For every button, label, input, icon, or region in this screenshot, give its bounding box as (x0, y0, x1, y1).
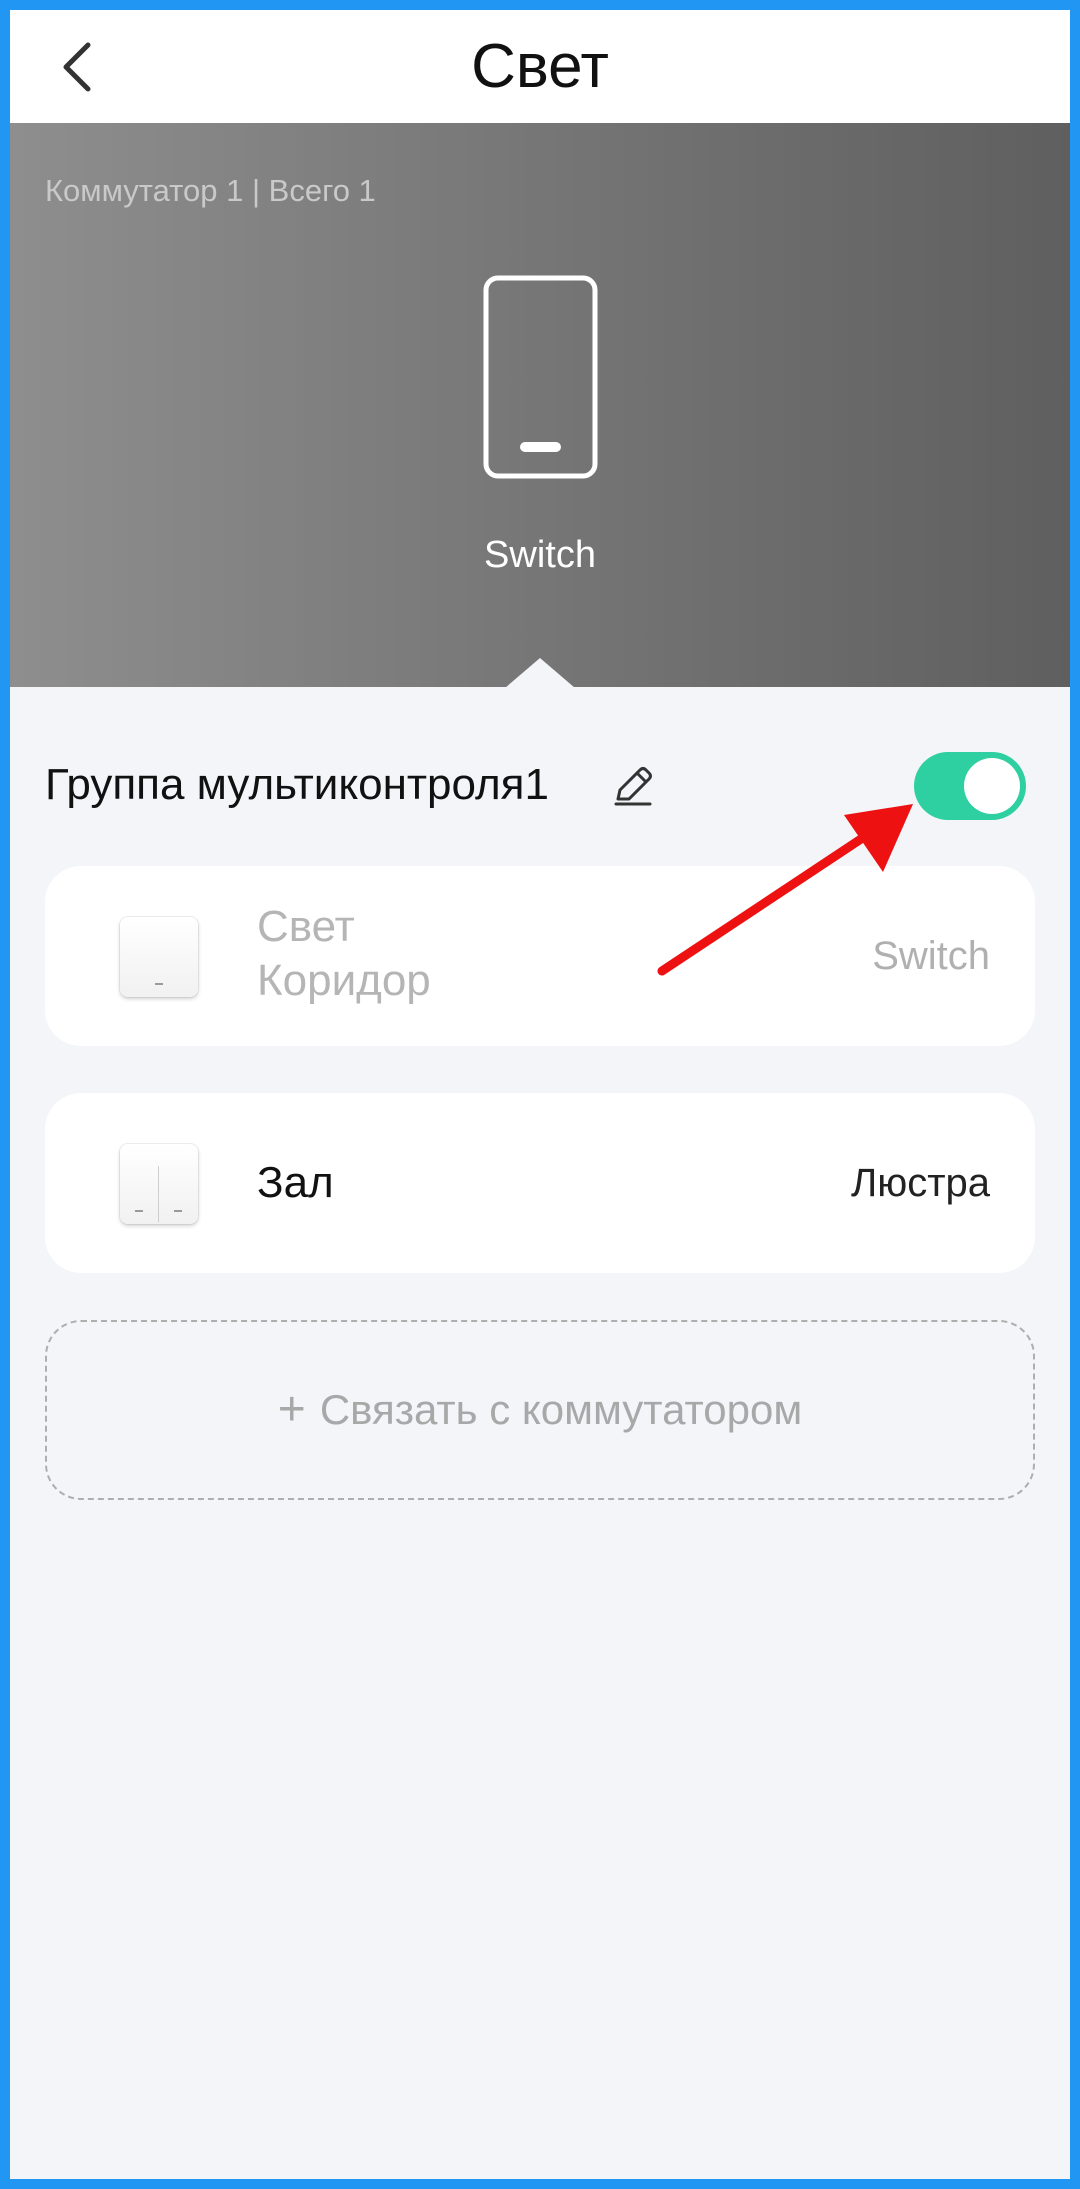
switch-indicator (155, 983, 163, 985)
group-toggle-switch[interactable] (914, 752, 1026, 820)
hero-device-label: Switch (484, 534, 596, 576)
group-name: Группа мультиконтроля1 (45, 760, 549, 809)
plus-icon: + (277, 1383, 306, 1436)
device-name: Зал (257, 1158, 334, 1207)
switch-count-summary: Коммутатор 1 | Всего 1 (45, 173, 376, 208)
device-card-svet-koridor[interactable]: Свет Коридор Switch (45, 866, 1035, 1046)
device-name: Свет Коридор (257, 900, 431, 1008)
toggle-knob (964, 758, 1020, 814)
device-type: Люстра (850, 1161, 990, 1205)
app-screen: Свет Коммутатор 1 | Всего 1 Switch Групп… (10, 10, 1070, 2179)
link-switch-label: Связать с коммутатором (319, 1386, 803, 1433)
device-type: Switch (872, 934, 990, 978)
switch-indicator-left (135, 1210, 143, 1212)
wall-switch-icon (483, 275, 598, 479)
device-name-line2: Коридор (257, 956, 431, 1005)
device-card-zal[interactable]: Зал Люстра (45, 1093, 1035, 1273)
link-switch-button[interactable]: + Связать с коммутатором (45, 1320, 1035, 1500)
device-name-line1: Свет (257, 902, 355, 951)
switch-indicator-right (174, 1210, 182, 1212)
switch-divider (158, 1166, 159, 1222)
top-bar: Свет (10, 10, 1070, 123)
hero-pointer-notch (505, 658, 575, 688)
single-gang-switch-icon (120, 917, 198, 997)
page-title: Свет (471, 32, 609, 101)
multicontrol-group-row: Группа мультиконтроля1 (45, 740, 1035, 830)
hero-banner: Коммутатор 1 | Всего 1 Switch (10, 123, 1070, 688)
double-gang-switch-icon (120, 1144, 198, 1224)
pencil-icon[interactable] (610, 763, 656, 809)
